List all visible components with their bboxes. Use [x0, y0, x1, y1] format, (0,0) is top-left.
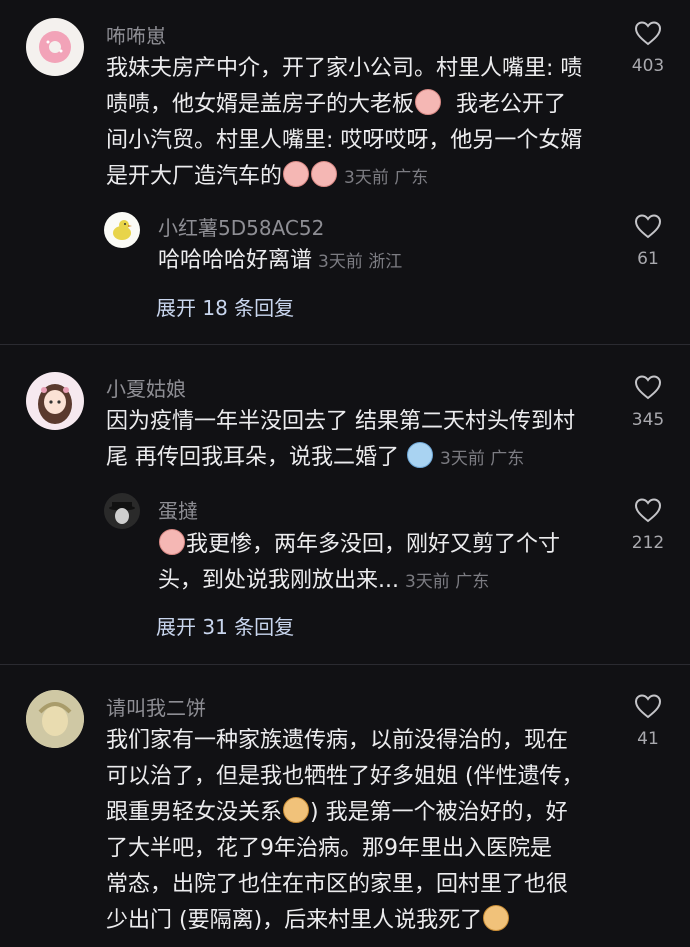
reply-username[interactable]: 小红薯5D58AC52 — [158, 212, 324, 241]
like-button[interactable]: 403 — [618, 20, 678, 76]
reply-text: 我更惨，两年多没回，刚好又剪了个寸 头，到处说我刚放出来... 3天前 广东 — [158, 527, 598, 600]
username[interactable]: 请叫我二饼 — [106, 692, 206, 721]
comment-meta: 3天前 广东 — [440, 449, 525, 469]
crying-emoji-icon — [311, 161, 338, 187]
crying-emoji-icon — [159, 529, 185, 555]
reply-like-button[interactable]: 61 — [618, 213, 678, 269]
avatar[interactable] — [26, 18, 84, 76]
comment-text: 因为疫情一年半没回去了 结果第二天村头传到村 尾 再传回我耳朵，说我二婚了 3天… — [106, 409, 575, 470]
chick-icon — [113, 220, 132, 240]
reply-meta: 3天前 广东 — [404, 572, 490, 592]
like-count: 41 — [637, 729, 659, 749]
like-count: 61 — [637, 249, 659, 269]
username[interactable]: 咘咘崽 — [106, 20, 166, 49]
avatar[interactable] — [104, 493, 140, 529]
like-count: 212 — [631, 533, 665, 553]
username[interactable]: 小夏姑娘 — [106, 373, 186, 402]
heart-icon — [634, 694, 662, 719]
comment-text: 我妹夫房产中介，开了家小公司。村里人嘴里: 啧 啧啧，他女婿是盖房子的大老板 我… — [106, 56, 583, 189]
sweat-emoji-icon — [407, 442, 433, 468]
like-count: 345 — [631, 410, 665, 430]
comment-meta: 3天前 广东 — [344, 168, 429, 188]
like-button[interactable]: 41 — [618, 693, 678, 749]
heart-icon — [634, 214, 662, 239]
heart-icon — [634, 21, 662, 46]
avatar[interactable] — [26, 372, 84, 430]
comment-text: 我们家有一种家族遗传病，以前没得治的，现在 可以治了，但是我也牺牲了好多姐姐 (… — [106, 728, 584, 933]
expand-replies-button[interactable]: 展开 18 条回复 — [156, 292, 294, 321]
crying-emoji-icon — [415, 89, 442, 115]
illustration-avatar-icon — [26, 690, 84, 748]
like-button[interactable]: 345 — [618, 374, 678, 430]
reply-text: 哈哈哈哈好离谱 3天前 浙江 — [158, 248, 403, 273]
divider — [0, 664, 690, 665]
reply-meta: 3天前 浙江 — [318, 252, 403, 272]
reply-username[interactable]: 蛋撻 — [158, 495, 198, 524]
heart-icon — [634, 375, 662, 400]
avatar[interactable] — [26, 690, 84, 748]
crying-emoji-icon — [283, 161, 310, 187]
girl-avatar-icon — [38, 384, 72, 424]
heart-icon — [634, 498, 662, 523]
expand-replies-button[interactable]: 展开 31 条回复 — [156, 611, 294, 640]
dog-emoji-icon — [483, 905, 510, 931]
dog-emoji-icon — [283, 797, 310, 823]
like-count: 403 — [631, 56, 665, 76]
reply-like-button[interactable]: 212 — [618, 497, 678, 553]
divider — [0, 344, 690, 345]
avatar[interactable] — [104, 212, 140, 248]
donut-icon — [39, 31, 71, 63]
hat-person-icon — [109, 502, 135, 524]
